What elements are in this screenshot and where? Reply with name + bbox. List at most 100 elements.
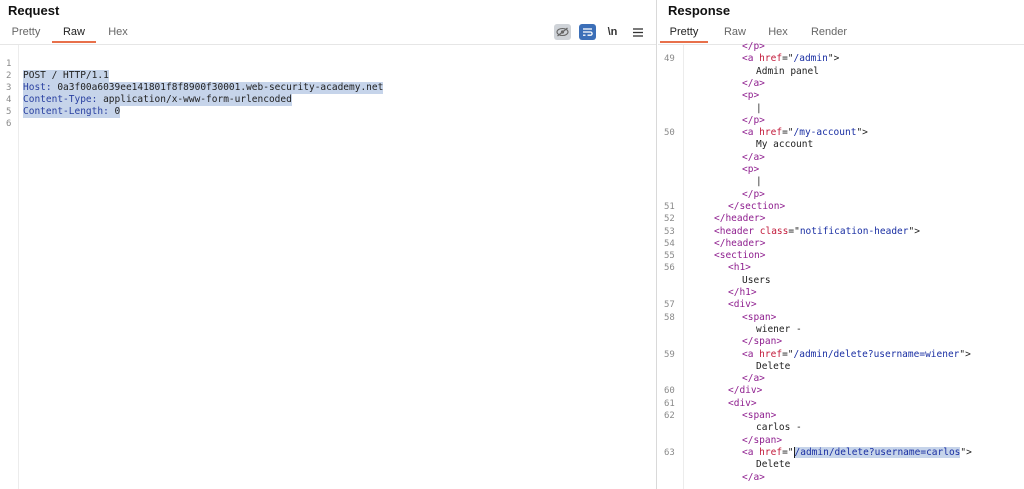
html-attr-name: href — [759, 127, 783, 139]
response-line: </p> — [658, 189, 1024, 201]
line-number: 51 — [664, 201, 675, 212]
html-tag-close: "> — [959, 348, 971, 360]
request-tab-raw[interactable]: Raw — [52, 24, 96, 43]
line-number: 62 — [664, 411, 675, 421]
line-number: 56 — [664, 263, 675, 274]
html-tag: </section> — [728, 200, 786, 212]
request-tab-pretty[interactable]: Pretty — [4, 24, 48, 43]
html-tag: </a> — [742, 471, 765, 483]
newline-toggle-button[interactable]: \n — [604, 24, 621, 40]
response-line: 62 <span> — [658, 410, 1024, 422]
response-line: 58 <span> — [658, 312, 1024, 324]
line-number: 53 — [664, 226, 675, 237]
html-tag: <p> — [742, 90, 760, 102]
response-pane: Response Pretty Raw Hex Render </p> 49 <a … — [658, 0, 1024, 489]
html-attr-value: /my-account — [793, 127, 857, 139]
response-line: 55 <section> — [658, 250, 1024, 262]
html-tag-close: "> — [827, 53, 840, 65]
line-number: 61 — [664, 398, 675, 409]
response-line: My account — [658, 139, 1024, 151]
html-tag-open: <a — [742, 446, 760, 458]
html-attr-name: href — [759, 53, 783, 65]
eye-off-icon[interactable] — [554, 24, 571, 40]
line-number: 55 — [664, 251, 675, 262]
response-line: 54 </header> — [658, 238, 1024, 250]
html-text: Admin panel — [756, 65, 819, 77]
html-tag: </p> — [742, 188, 765, 200]
request-line: 1 POST / HTTP/1.1 — [6, 59, 109, 82]
hamburger-menu-icon[interactable] — [629, 24, 646, 40]
html-tag: </p> — [742, 114, 765, 126]
line-number: 50 — [664, 128, 675, 139]
request-line: 6 — [6, 119, 12, 129]
response-line: 59 <a href="/admin/delete?username=wiener… — [658, 349, 1024, 361]
html-text: Delete — [756, 459, 791, 471]
request-pane: Request Pretty Raw Hex \n 1 POST / HTTP/… — [0, 0, 657, 489]
html-text: | — [756, 102, 762, 114]
response-line: Delete — [658, 459, 1024, 471]
html-attr-eq: =" — [782, 127, 794, 139]
request-line: 2 Host: 0a3f00a6039ee141801f8f8900f30001… — [6, 71, 384, 94]
response-line: 57 <div> — [658, 299, 1024, 311]
response-title: Response — [668, 3, 731, 18]
html-attr-eq: =" — [782, 53, 794, 65]
request-tab-hex[interactable]: Hex — [98, 24, 138, 43]
response-line: 60 </div> — [658, 385, 1024, 397]
html-text: wiener - — [756, 323, 802, 335]
response-editor[interactable]: </p> 49 <a href="/admin"> Admin panel </a> <p… — [658, 41, 1024, 489]
response-line: 50 <a href="/my-account"> — [658, 127, 1024, 139]
html-attr-value: notification-header — [799, 225, 909, 237]
html-tag: </p> — [742, 41, 765, 52]
response-line: <p> — [658, 164, 1024, 176]
html-attr-name: href — [759, 348, 783, 360]
response-line: 61 <div> — [658, 398, 1024, 410]
line-number: 52 — [664, 214, 675, 225]
response-line: 49 <a href="/admin"> — [658, 53, 1024, 65]
html-tag: </a> — [742, 373, 765, 385]
response-line: 53 <header class="notification-header"> — [658, 226, 1024, 238]
line-number: 49 — [664, 54, 675, 65]
html-text: My account — [756, 139, 814, 151]
html-tag: <p> — [742, 164, 760, 175]
html-text: carlos - — [756, 422, 802, 434]
response-line: <p> — [658, 90, 1024, 102]
html-tag-open: <a — [742, 348, 760, 360]
html-tag: <span> — [742, 311, 777, 323]
response-line: </span> — [658, 435, 1024, 447]
response-scrollbar[interactable] — [1018, 44, 1022, 489]
line-number: 60 — [664, 386, 675, 397]
response-line: Admin panel — [658, 66, 1024, 78]
html-tag: </div> — [728, 385, 763, 397]
request-editor[interactable]: 1 POST / HTTP/1.1 2 Host: 0a3f00a6039ee1… — [0, 44, 656, 489]
html-tag: <div> — [728, 397, 757, 409]
request-line: 3 Content-Type: application/x-www-form-u… — [6, 83, 292, 106]
response-line: </a> — [658, 472, 1024, 484]
request-line: 5 — [6, 107, 12, 117]
html-tag-close: "> — [908, 225, 920, 237]
html-tag: <div> — [728, 299, 757, 311]
response-line: </p> — [658, 115, 1024, 127]
html-tag-open: <a — [742, 127, 760, 139]
response-line: carlos - — [658, 422, 1024, 434]
response-line: 63 <a href="/admin/delete?username=carlos… — [658, 446, 1024, 459]
wrap-lines-icon[interactable] — [579, 24, 596, 40]
html-tag: </header> — [714, 237, 766, 249]
response-line: | — [658, 176, 1024, 188]
request-line: 4 Content-Length: 0 — [6, 95, 121, 118]
request-toolbar: \n — [554, 23, 646, 41]
html-tag-open: <a — [742, 53, 760, 65]
html-attr-value: /admin/delete?username=wiener — [793, 348, 960, 360]
html-tag: </a> — [742, 151, 765, 163]
response-line: </p> — [658, 41, 1024, 53]
response-line: </a> — [658, 78, 1024, 90]
html-tag-open: <header — [714, 225, 760, 237]
response-line: | — [658, 103, 1024, 115]
html-attr-name: href — [759, 446, 783, 458]
html-tag: </span> — [742, 434, 783, 446]
html-attr-eq: =" — [782, 446, 794, 458]
html-attr-eq: =" — [782, 348, 794, 360]
response-line: 51 </section> — [658, 201, 1024, 213]
line-number: 57 — [664, 300, 675, 311]
html-attr-value: /admin/delete?username=carlos — [793, 446, 961, 458]
html-text: Delete — [756, 360, 791, 372]
